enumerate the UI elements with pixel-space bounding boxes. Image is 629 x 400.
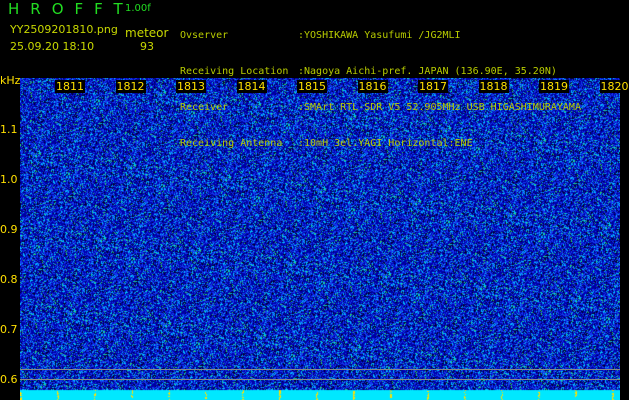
count: 93 bbox=[140, 40, 154, 53]
y-unit-label: kHz bbox=[0, 74, 21, 87]
mode: meteor bbox=[125, 26, 169, 40]
x-tick-label: 1812 bbox=[115, 80, 146, 93]
info-key: Receiver bbox=[180, 102, 229, 113]
x-tick-label: 1811 bbox=[55, 80, 85, 93]
info-value: :YOSHIKAWA Yasufumi /JG2MLI bbox=[298, 30, 461, 41]
info-row: Receiving Antenna :10mH 3el.YAGI Horizont… bbox=[180, 138, 629, 150]
info-row: Receiving Location :Nagoya Aichi-pref. JA… bbox=[180, 66, 629, 78]
filename: YY2509201810.png bbox=[10, 23, 118, 36]
y-tick-label: 0.6 bbox=[0, 373, 18, 386]
info-value: :SMArt RTL-SDR V5 52.905MHz USB HIGASHIM… bbox=[298, 102, 581, 113]
info-value: :10mH 3el.YAGI Horizontal:ENE bbox=[298, 138, 473, 149]
y-tick-label: 0.9 bbox=[0, 223, 18, 236]
info-key: Receiving Location bbox=[180, 66, 289, 77]
y-tick-label: 1.0 bbox=[0, 173, 18, 186]
datetime: 25.09.20 18:10 bbox=[10, 40, 95, 53]
reference-line bbox=[20, 379, 620, 380]
info-key: Receiving Antenna bbox=[180, 138, 283, 149]
version: 1.00f bbox=[125, 3, 151, 14]
y-tick-label: 1.1 bbox=[0, 123, 18, 136]
info-key: Ovserver bbox=[180, 30, 229, 41]
y-tick-label: 0.8 bbox=[0, 273, 18, 286]
station-info: Ovserver :YOSHIKAWA Yasufumi /JG2MLI Rece… bbox=[180, 6, 629, 149]
info-row: Ovserver :YOSHIKAWA Yasufumi /JG2MLI bbox=[180, 30, 629, 42]
y-tick-label: 0.7 bbox=[0, 323, 18, 336]
info-value: :Nagoya Aichi-pref. JAPAN (136.90E, 35.2… bbox=[298, 66, 557, 77]
info-row: Receiver :SMArt RTL-SDR V5 52.905MHz USB … bbox=[180, 102, 629, 114]
app-title: HROFFT bbox=[8, 0, 134, 18]
reference-line bbox=[20, 369, 620, 370]
